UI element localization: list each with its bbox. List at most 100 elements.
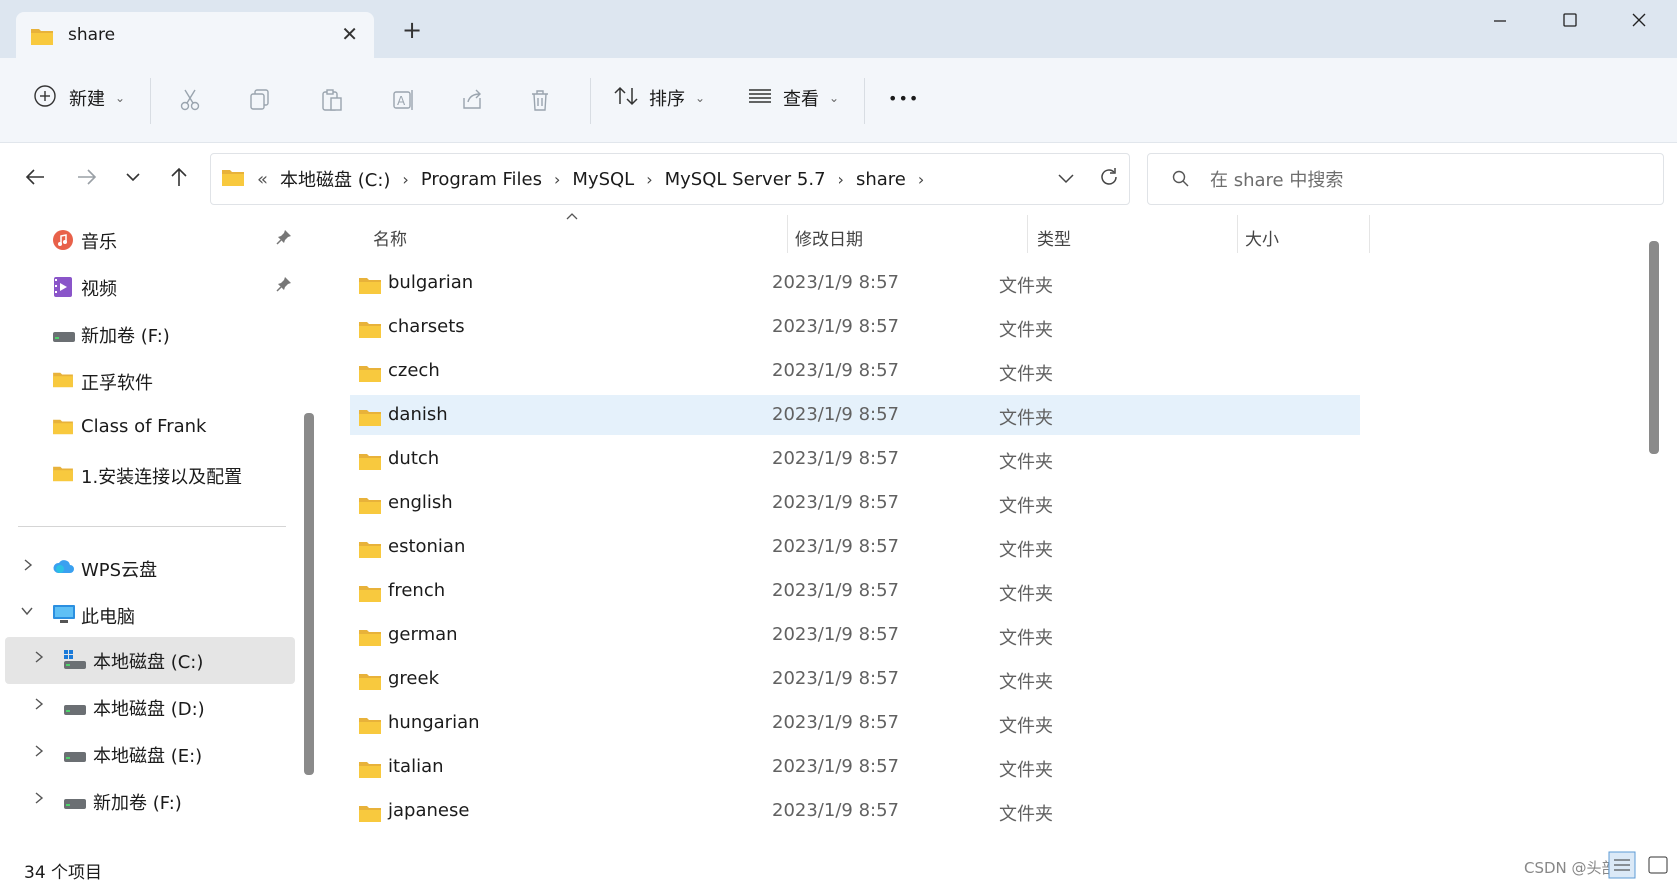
nav-item-folder[interactable]: 正孚软件	[0, 358, 300, 402]
forward-arrow-icon[interactable]	[76, 166, 98, 194]
copy-icon[interactable]	[248, 88, 272, 116]
add-icon	[33, 84, 57, 113]
file-type: 文件夹	[999, 452, 1053, 473]
nav-item-music[interactable]: 音乐	[0, 217, 300, 261]
file-type: 文件夹	[999, 716, 1053, 737]
table-row[interactable]: german 2023/1/9 8:57 文件夹	[350, 615, 1360, 655]
nav-item-drive-d[interactable]: 本地磁盘 (D:)	[0, 684, 300, 728]
table-row[interactable]: french 2023/1/9 8:57 文件夹	[350, 571, 1360, 611]
breadcrumb-overflow[interactable]: «	[251, 169, 274, 190]
back-arrow-icon[interactable]	[24, 166, 46, 194]
column-divider[interactable]	[1027, 215, 1028, 253]
nav-scrollbar[interactable]	[304, 413, 314, 775]
tiles-view-icon[interactable]	[1643, 850, 1673, 880]
column-header-type[interactable]: 类型	[1037, 215, 1227, 259]
chevron-right-icon[interactable]: ›	[640, 170, 658, 189]
breadcrumb-item[interactable]: MySQL Server 5.7	[659, 169, 832, 190]
drive-icon	[63, 747, 87, 768]
nav-item-folder[interactable]: Class of Frank	[0, 405, 300, 449]
breadcrumb-item[interactable]: MySQL	[566, 169, 640, 190]
pin-icon[interactable]	[276, 276, 292, 297]
sort-label: 排序	[649, 89, 685, 110]
chevron-right-icon[interactable]: ›	[912, 170, 930, 189]
share-icon[interactable]	[460, 88, 484, 116]
details-view-icon[interactable]	[1607, 850, 1637, 880]
column-divider[interactable]	[1369, 215, 1370, 253]
folder-icon	[358, 407, 382, 431]
chevron-down-icon[interactable]	[20, 605, 34, 621]
folder-icon	[358, 583, 382, 607]
recent-locations-icon[interactable]	[124, 166, 142, 194]
new-tab-button[interactable]: +	[402, 18, 422, 42]
nav-item-folder[interactable]: 1.安装连接以及配置	[0, 452, 300, 496]
table-row[interactable]: english 2023/1/9 8:57 文件夹	[350, 483, 1360, 523]
minimize-icon[interactable]	[1485, 12, 1515, 36]
maximize-icon[interactable]	[1555, 12, 1585, 36]
refresh-icon[interactable]	[1097, 165, 1121, 193]
file-name: czech	[388, 360, 440, 381]
table-row[interactable]: czech 2023/1/9 8:57 文件夹	[350, 351, 1360, 391]
breadcrumb-item[interactable]: Program Files	[415, 169, 548, 190]
nav-item-wps-cloud[interactable]: WPS云盘	[0, 545, 300, 589]
nav-item-this-pc[interactable]: 此电脑	[0, 592, 300, 636]
table-row[interactable]: charsets 2023/1/9 8:57 文件夹	[350, 307, 1360, 347]
cut-icon[interactable]	[178, 88, 202, 116]
new-button[interactable]: 新建 ⌄	[33, 78, 125, 118]
view-button[interactable]: 查看 ⌄	[747, 78, 839, 118]
nav-item-drive-f[interactable]: 新加卷 (F:)	[0, 311, 300, 355]
file-date: 2023/1/9 8:57	[772, 712, 899, 733]
nav-item-label: 1.安装连接以及配置	[81, 467, 243, 488]
rename-icon[interactable]: A	[392, 88, 416, 116]
table-row[interactable]: italian 2023/1/9 8:57 文件夹	[350, 747, 1360, 787]
file-date: 2023/1/9 8:57	[772, 580, 899, 601]
chevron-right-icon[interactable]: ›	[396, 170, 414, 189]
column-divider[interactable]	[1237, 215, 1238, 253]
column-divider[interactable]	[787, 215, 788, 253]
file-name: french	[388, 580, 446, 601]
address-bar[interactable]: « 本地磁盘 (C:) › Program Files › MySQL › My…	[210, 153, 1130, 205]
table-row[interactable]: hungarian 2023/1/9 8:57 文件夹	[350, 703, 1360, 743]
folder-icon	[30, 26, 54, 50]
table-row[interactable]: greek 2023/1/9 8:57 文件夹	[350, 659, 1360, 699]
table-row[interactable]: estonian 2023/1/9 8:57 文件夹	[350, 527, 1360, 567]
column-header-name[interactable]: 名称	[373, 215, 773, 259]
delete-icon[interactable]	[528, 88, 552, 116]
file-name: danish	[388, 404, 448, 425]
chevron-right-icon[interactable]	[33, 697, 45, 715]
content-scrollbar[interactable]	[1649, 241, 1659, 454]
pin-icon[interactable]	[276, 229, 292, 250]
table-row[interactable]: bulgarian 2023/1/9 8:57 文件夹	[350, 263, 1360, 303]
nav-item-drive-c[interactable]: 本地磁盘 (C:)	[5, 637, 295, 684]
table-row[interactable]: japanese 2023/1/9 8:57 文件夹	[350, 791, 1360, 831]
search-box[interactable]	[1147, 153, 1664, 206]
up-arrow-icon[interactable]	[168, 166, 190, 194]
breadcrumb-item[interactable]: share	[850, 169, 912, 190]
nav-item-video[interactable]: 视频	[0, 264, 300, 308]
tab-share[interactable]: share ✕	[16, 12, 374, 58]
paste-icon[interactable]	[320, 88, 344, 116]
chevron-right-icon[interactable]	[33, 791, 45, 809]
nav-item-label: WPS云盘	[81, 560, 158, 581]
chevron-right-icon[interactable]	[22, 558, 34, 576]
chevron-right-icon[interactable]	[33, 650, 45, 668]
folder-icon	[358, 539, 382, 563]
chevron-right-icon[interactable]	[33, 744, 45, 762]
column-header-size[interactable]: 大小	[1245, 215, 1365, 259]
nav-item-drive-e[interactable]: 本地磁盘 (E:)	[0, 731, 300, 775]
column-header-date[interactable]: 修改日期	[795, 215, 1015, 259]
file-name: dutch	[388, 448, 440, 469]
table-row[interactable]: dutch 2023/1/9 8:57 文件夹	[350, 439, 1360, 479]
chevron-right-icon[interactable]: ›	[832, 170, 850, 189]
sort-button[interactable]: 排序 ⌄	[613, 78, 705, 118]
close-tab-icon[interactable]: ✕	[341, 22, 358, 46]
nav-item-drive-f[interactable]: 新加卷 (F:)	[0, 778, 300, 822]
more-options-button[interactable]: •••	[888, 78, 919, 118]
breadcrumb-item[interactable]: 本地磁盘 (C:)	[274, 166, 396, 192]
search-input[interactable]	[1208, 154, 1632, 206]
chevron-right-icon[interactable]: ›	[548, 170, 566, 189]
table-row[interactable]: danish 2023/1/9 8:57 文件夹	[350, 395, 1360, 435]
nav-item-label: 本地磁盘 (D:)	[93, 699, 205, 720]
file-type: 文件夹	[999, 408, 1053, 429]
address-dropdown-icon[interactable]	[1056, 168, 1076, 192]
close-window-icon[interactable]	[1624, 12, 1654, 36]
